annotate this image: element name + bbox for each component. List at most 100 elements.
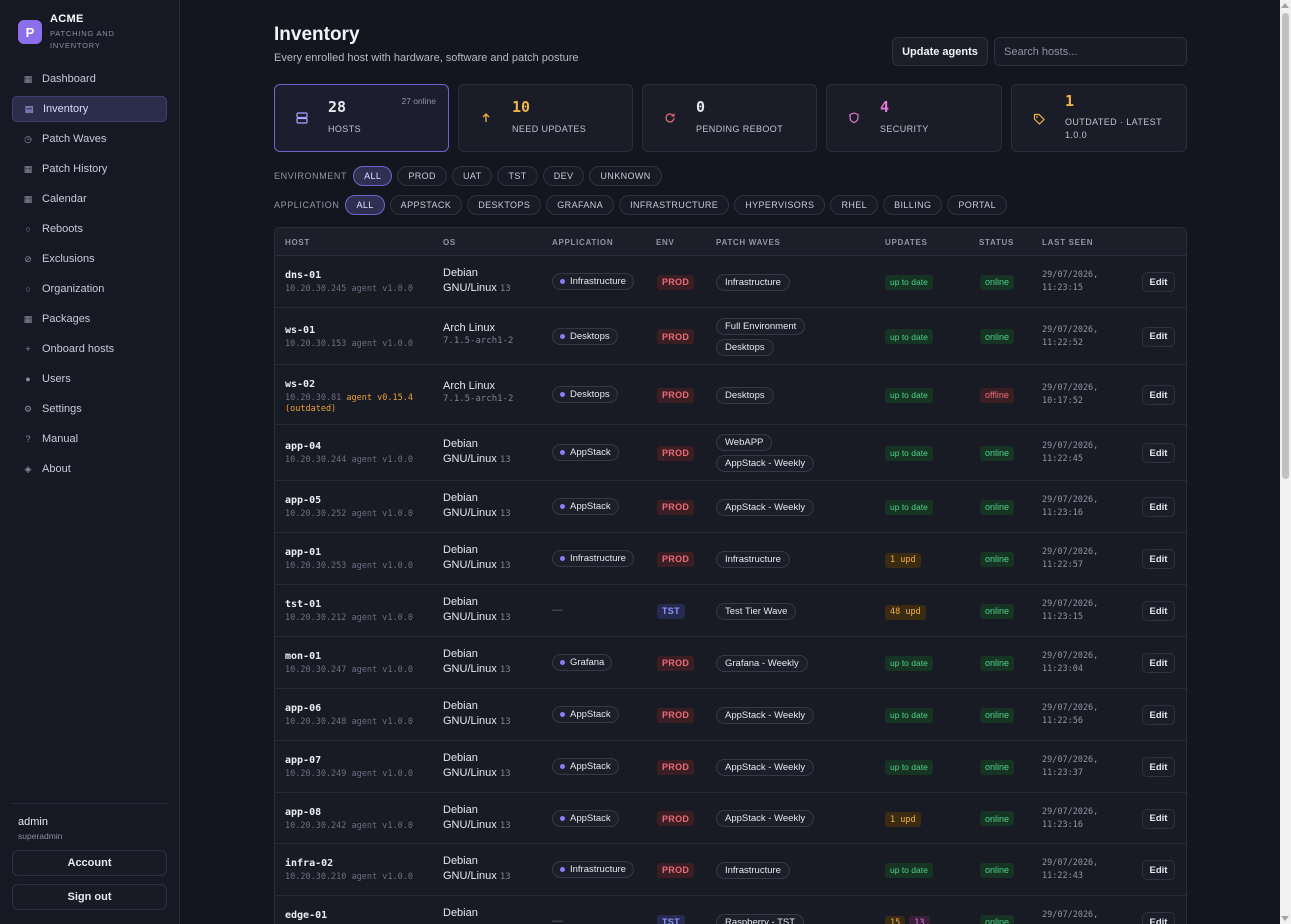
edit-button[interactable]: Edit: [1142, 443, 1175, 463]
table-row[interactable]: app-04 10.20.30.244 agent v1.0.0 Debian GNU…: [275, 425, 1186, 481]
environment-chip-uat[interactable]: UAT: [451, 166, 493, 186]
application-chip-desktops[interactable]: DESKTOPS: [467, 195, 542, 215]
sidebar-item-reboots[interactable]: ○ Reboots: [12, 216, 167, 242]
sidebar-item-exclusions[interactable]: ⊘ Exclusions: [12, 246, 167, 272]
host-name[interactable]: app-07: [285, 755, 413, 766]
application-badge[interactable]: AppStack: [552, 444, 619, 461]
column-header-updates[interactable]: UPDATES: [885, 238, 928, 247]
environment-chip-prod[interactable]: PROD: [397, 166, 447, 186]
application-chip-billing[interactable]: BILLING: [883, 195, 943, 215]
column-header-env[interactable]: ENV: [656, 238, 675, 247]
host-name[interactable]: infra-02: [285, 858, 413, 869]
patch-wave-badge[interactable]: Desktops: [716, 338, 774, 356]
sidebar-item-about[interactable]: ◈ About: [12, 456, 167, 482]
application-chip-all[interactable]: ALL: [345, 195, 385, 215]
host-name[interactable]: app-05: [285, 495, 413, 506]
edit-button[interactable]: Edit: [1142, 705, 1175, 725]
column-header-patch-waves[interactable]: PATCH WAVES: [716, 238, 781, 247]
sidebar-item-settings[interactable]: ⚙ Settings: [12, 396, 167, 422]
environment-chip-dev[interactable]: DEV: [542, 166, 585, 186]
host-name[interactable]: mon-01: [285, 651, 413, 662]
patch-wave-badge[interactable]: AppStack - Weekly: [716, 706, 815, 724]
application-badge[interactable]: Infrastructure: [552, 861, 634, 878]
host-name[interactable]: edge-01: [285, 910, 327, 921]
table-row[interactable]: ws-02 10.20.30.81 agent v0.15.4 (outdated)…: [275, 365, 1186, 425]
application-chip-infrastructure[interactable]: INFRASTRUCTURE: [619, 195, 730, 215]
table-row[interactable]: app-01 10.20.30.253 agent v1.0.0 Debian GNU…: [275, 533, 1186, 585]
edit-button[interactable]: Edit: [1142, 653, 1175, 673]
page-scrollbar[interactable]: [1280, 0, 1291, 924]
sidebar-item-onboard-hosts[interactable]: + Onboard hosts: [12, 336, 167, 362]
table-row[interactable]: edge-01 Debian — TST Raspberry - TST 15 13 onli…: [275, 896, 1186, 924]
application-chip-appstack[interactable]: APPSTACK: [389, 195, 463, 215]
column-header-last-seen[interactable]: LAST SEEN: [1042, 238, 1093, 247]
application-badge[interactable]: Infrastructure: [552, 273, 634, 290]
patch-wave-badge[interactable]: AppStack - Weekly: [716, 455, 815, 472]
application-badge[interactable]: Desktops: [552, 386, 618, 403]
sidebar-item-patch-waves[interactable]: ◷ Patch Waves: [12, 126, 167, 152]
column-header-host[interactable]: HOST: [285, 238, 310, 247]
scroll-down-arrow-icon[interactable]: [1281, 916, 1289, 921]
application-badge[interactable]: AppStack: [552, 809, 619, 827]
edit-button[interactable]: Edit: [1142, 601, 1175, 621]
application-chip-hypervisors[interactable]: HYPERVISORS: [734, 195, 826, 215]
patch-wave-badge[interactable]: Grafana - Weekly: [716, 654, 808, 672]
application-badge[interactable]: AppStack: [552, 498, 619, 515]
update-agents-button[interactable]: Update agents: [892, 37, 988, 66]
edit-button[interactable]: Edit: [1142, 385, 1175, 405]
table-row[interactable]: dns-01 10.20.30.245 agent v1.0.0 Debian GNU…: [275, 256, 1186, 308]
edit-button[interactable]: Edit: [1142, 326, 1175, 347]
patch-wave-badge[interactable]: Test Tier Wave: [716, 602, 797, 620]
scroll-up-arrow-icon[interactable]: [1281, 3, 1289, 8]
patch-wave-badge[interactable]: AppStack - Weekly: [716, 758, 815, 776]
host-name[interactable]: app-04: [285, 441, 413, 452]
sidebar-item-calendar[interactable]: ▦ Calendar: [12, 186, 167, 212]
sidebar-item-organization[interactable]: ○ Organization: [12, 276, 167, 302]
application-badge[interactable]: Desktops: [552, 327, 618, 345]
stat-card-need-updates[interactable]: 10 NEED UPDATES: [458, 84, 633, 152]
application-chip-rhel[interactable]: RHEL: [830, 195, 879, 215]
stat-card-pending-reboot[interactable]: 0 PENDING REBOOT: [642, 84, 817, 152]
edit-button[interactable]: Edit: [1142, 912, 1175, 924]
environment-chip-tst[interactable]: TST: [497, 166, 538, 186]
sidebar-item-packages[interactable]: ▦ Packages: [12, 306, 167, 332]
sidebar-item-dashboard[interactable]: ▦ Dashboard: [12, 66, 167, 92]
account-button[interactable]: Account: [12, 850, 167, 876]
edit-button[interactable]: Edit: [1142, 497, 1175, 517]
patch-wave-badge[interactable]: Full Environment: [716, 317, 806, 335]
patch-wave-badge[interactable]: AppStack - Weekly: [716, 810, 815, 827]
table-row[interactable]: tst-01 10.20.30.212 agent v1.0.0 Debian GNU…: [275, 585, 1186, 637]
application-badge[interactable]: Infrastructure: [552, 550, 634, 567]
edit-button[interactable]: Edit: [1142, 549, 1175, 569]
edit-button[interactable]: Edit: [1142, 860, 1175, 880]
patch-wave-badge[interactable]: Infrastructure: [716, 550, 790, 568]
host-name[interactable]: app-06: [285, 703, 413, 714]
stat-card-security[interactable]: 4 SECURITY: [826, 84, 1002, 152]
stat-card-outdated[interactable]: 1 OUTDATED · LATEST 1.0.0: [1011, 84, 1187, 152]
sign-out-button[interactable]: Sign out: [12, 884, 167, 910]
patch-wave-badge[interactable]: Infrastructure: [716, 273, 790, 291]
host-name[interactable]: ws-02: [285, 379, 413, 390]
application-badge[interactable]: Grafana: [552, 654, 613, 671]
host-name[interactable]: ws-01: [285, 325, 413, 336]
environment-chip-unknown[interactable]: UNKNOWN: [589, 166, 662, 186]
application-chip-grafana[interactable]: GRAFANA: [546, 195, 615, 215]
host-name[interactable]: app-01: [285, 547, 413, 558]
stat-card-hosts[interactable]: 28 HOSTS 27 online: [274, 84, 449, 152]
patch-wave-badge[interactable]: Raspberry - TST: [716, 913, 805, 924]
edit-button[interactable]: Edit: [1142, 808, 1175, 829]
patch-wave-badge[interactable]: Desktops: [716, 386, 774, 404]
table-row[interactable]: ws-01 10.20.30.153 agent v1.0.0 Arch Linux…: [275, 308, 1186, 365]
table-row[interactable]: app-05 10.20.30.252 agent v1.0.0 Debian GNU…: [275, 481, 1186, 533]
table-row[interactable]: mon-01 10.20.30.247 agent v1.0.0 Debian GNU…: [275, 637, 1186, 689]
column-header-os[interactable]: OS: [443, 238, 456, 247]
search-input[interactable]: [994, 37, 1187, 66]
edit-button[interactable]: Edit: [1142, 272, 1175, 292]
scrollbar-thumb[interactable]: [1282, 13, 1289, 479]
table-row[interactable]: infra-02 10.20.30.210 agent v1.0.0 Debian G…: [275, 844, 1186, 896]
environment-chip-all[interactable]: ALL: [353, 166, 393, 186]
sidebar-item-patch-history[interactable]: ▦ Patch History: [12, 156, 167, 182]
sidebar-item-manual[interactable]: ? Manual: [12, 426, 167, 452]
host-name[interactable]: app-08: [285, 807, 413, 818]
table-row[interactable]: app-06 10.20.30.248 agent v1.0.0 Debian GNU…: [275, 689, 1186, 741]
